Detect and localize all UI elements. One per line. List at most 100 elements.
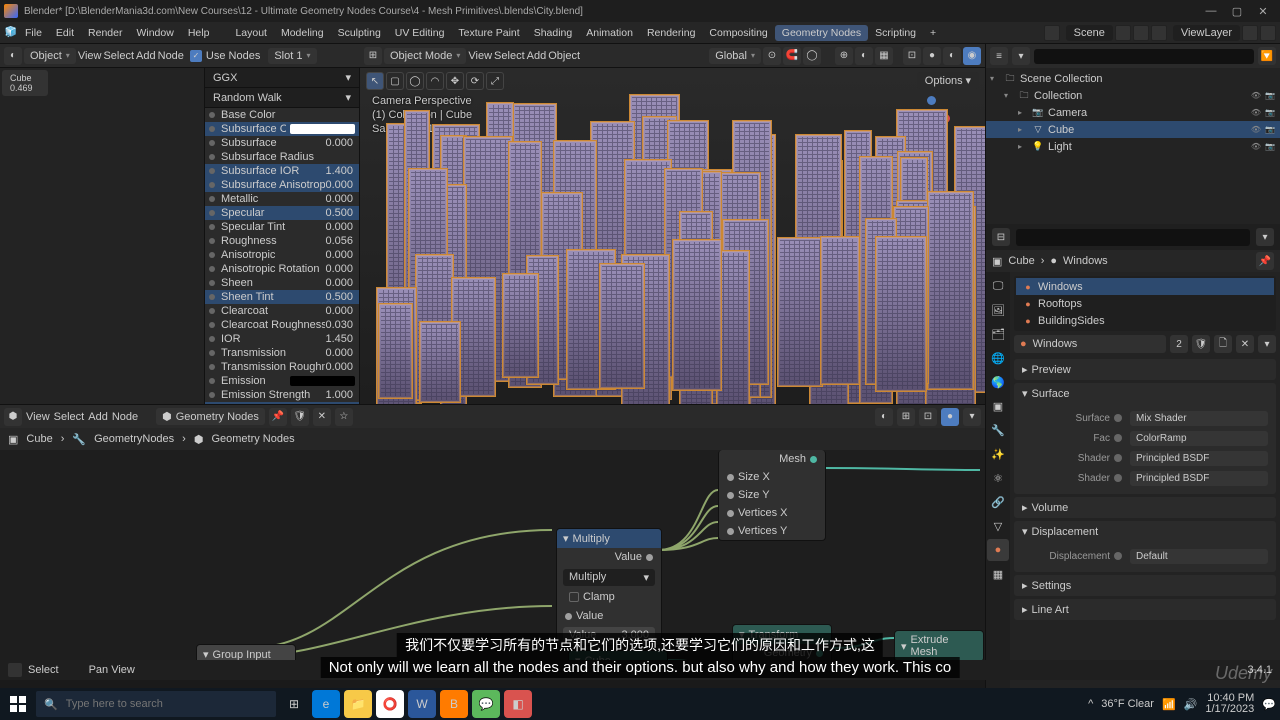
bc-object[interactable]: Cube [26,433,52,445]
prop-subsurface-ior[interactable]: Subsurface IOR1.400 [205,164,359,178]
overlays-icon[interactable]: ◐ [855,47,873,65]
gn-star-icon[interactable]: ☆ [335,408,353,426]
scene-del-icon[interactable] [1133,25,1149,41]
tray-wifi-icon[interactable]: 📶 [1162,698,1176,711]
viewlayer-icon[interactable] [1151,25,1167,41]
prop-ior[interactable]: IOR1.450 [205,332,359,346]
ws-layout[interactable]: Layout [228,27,274,39]
app-explorer[interactable]: 📁 [344,690,372,718]
prop-clearcoat-roughness[interactable]: Clearcoat Roughness0.030 [205,318,359,332]
app-word[interactable]: W [408,690,436,718]
viewlayer-new-icon[interactable] [1242,25,1258,41]
ws-add[interactable]: + [923,27,943,39]
gn-overlay5-icon[interactable]: ▾ [963,408,981,426]
gn-fakeuser-icon[interactable]: 🛡 [291,408,309,426]
panel-lineart[interactable]: ▸Line Art [1014,599,1276,620]
prop-subsurface-anisotropy[interactable]: Subsurface Anisotropy0.000 [205,178,359,192]
transform-orientation[interactable]: Global▾ [709,48,761,64]
tab-physics[interactable]: ⚛ [987,467,1009,489]
prop-specular-tint[interactable]: Specular Tint0.000 [205,220,359,234]
scene-new-icon[interactable] [1115,25,1131,41]
prop-emission-strength[interactable]: Emission Strength1.000 [205,388,359,402]
panel-displacement-header[interactable]: ▾Displacement [1014,521,1276,542]
mat-users-badge[interactable]: 2 [1170,335,1188,353]
prop-specular[interactable]: Specular0.500 [205,206,359,220]
prop-sheen[interactable]: Sheen0.000 [205,276,359,290]
tab-material[interactable]: ● [987,539,1009,561]
app-chrome[interactable]: ⭕ [376,690,404,718]
tab-render[interactable]: 🖵 [987,275,1009,297]
tab-constraints[interactable]: 🔗 [987,491,1009,513]
surface-shader[interactable]: ShaderPrincipled BSDF [1038,448,1268,468]
vp-view-menu[interactable]: View [468,50,492,62]
prop-anisotropic-rotation[interactable]: Anisotropic Rotation0.000 [205,262,359,276]
bc-modifier[interactable]: GeometryNodes [94,433,174,445]
ws-rendering[interactable]: Rendering [640,27,702,39]
menu-window[interactable]: Window [129,27,180,39]
panel-preview[interactable]: ▸Preview [1014,359,1276,380]
editor-type-icon[interactable]: ◐ [4,47,22,65]
tool-move-icon[interactable]: ✥ [446,72,464,90]
gizmo-icon[interactable]: ⊕ [835,47,853,65]
tab-viewlayer[interactable]: 🗂 [987,323,1009,345]
panel-settings[interactable]: ▸Settings [1014,575,1276,596]
prop-subsurface-radius[interactable]: Subsurface Radius [205,150,359,164]
multiply-clamp-checkbox[interactable]: Clamp [563,589,655,605]
gn-editor-icon[interactable]: ⬢ [4,408,22,426]
breadcrumb-object[interactable]: Cube [1008,255,1034,267]
prop-metallic[interactable]: Metallic0.000 [205,192,359,206]
pivot-icon[interactable]: ⊙ [763,47,781,65]
app-blender[interactable]: B [440,690,468,718]
minimize-button[interactable]: — [1198,5,1224,17]
shading-wireframe-icon[interactable]: ⊡ [903,47,921,65]
scene-icon[interactable] [1044,25,1060,41]
properties-options-icon[interactable]: ▾ [1256,228,1274,246]
surface-surface[interactable]: SurfaceMix Shader [1038,408,1268,428]
vp-select-menu[interactable]: Select [494,50,525,62]
mat-unlink-icon[interactable]: ✕ [1236,335,1254,353]
tray-volume-icon[interactable]: 🔊 [1184,698,1198,711]
ws-sculpting[interactable]: Sculpting [331,27,388,39]
tray-weather[interactable]: 36°F Clear [1101,698,1154,710]
tray-expand-icon[interactable]: ^ [1088,698,1093,710]
prop-alpha[interactable]: Alpha1.000 [205,402,359,404]
tab-particles[interactable]: ✨ [987,443,1009,465]
prop-emission[interactable]: Emission [205,374,359,388]
ws-modeling[interactable]: Modeling [274,27,331,39]
vp-object-menu[interactable]: Object [548,50,580,62]
menu-file[interactable]: File [18,27,49,39]
mat-slot-rooftops[interactable]: ●Rooftops [1016,295,1274,312]
outliner-item-camera[interactable]: ▸📷Camera👁📷 [986,104,1280,121]
snap-icon[interactable]: 🧲 [783,47,801,65]
disp-row[interactable]: DisplacementDefault [1038,546,1268,566]
ws-scripting[interactable]: Scripting [868,27,923,39]
tab-mesh[interactable]: ▽ [987,515,1009,537]
shading-solid-icon[interactable]: ● [923,47,941,65]
outliner-item-cube[interactable]: ▸▽Cube👁📷 [986,121,1280,138]
ws-texturepaint[interactable]: Texture Paint [451,27,526,39]
ws-compositing[interactable]: Compositing [702,27,774,39]
tool-select-circle-icon[interactable]: ◯ [406,72,424,90]
menu-edit[interactable]: Edit [49,27,81,39]
outliner-item-light[interactable]: ▸💡Light👁📷 [986,138,1280,155]
prop-subsurface-color[interactable]: Subsurface C... [205,122,359,136]
outliner-editor-icon[interactable]: ≡ [990,47,1008,65]
vp-add-menu[interactable]: Add [527,50,547,62]
ws-shading[interactable]: Shading [527,27,580,39]
app-edge[interactable]: e [312,690,340,718]
shading-matprev-icon[interactable]: ◐ [943,47,961,65]
tab-object[interactable]: ▣ [987,395,1009,417]
multiply-value2-input[interactable]: Value3.000 [563,627,655,643]
scene-selector[interactable]: Scene [1066,25,1113,41]
xray-icon[interactable]: ▦ [875,47,893,65]
geometry-nodes-editor[interactable]: ▾Group Input ▾Multiply Value Multiply▾ C… [0,450,985,668]
gn-overlay3-icon[interactable]: ⊡ [919,408,937,426]
shader-add-menu[interactable]: Add [136,50,156,62]
gn-view-menu[interactable]: View [26,411,50,423]
prop-sheen-tint[interactable]: Sheen Tint0.500 [205,290,359,304]
tab-modifiers[interactable]: 🔧 [987,419,1009,441]
gn-overlay2-icon[interactable]: ⊞ [897,408,915,426]
menu-render[interactable]: Render [81,27,129,39]
use-nodes-toggle[interactable]: ✓Use Nodes [190,50,260,62]
viewlayer-selector[interactable]: ViewLayer [1173,25,1240,41]
